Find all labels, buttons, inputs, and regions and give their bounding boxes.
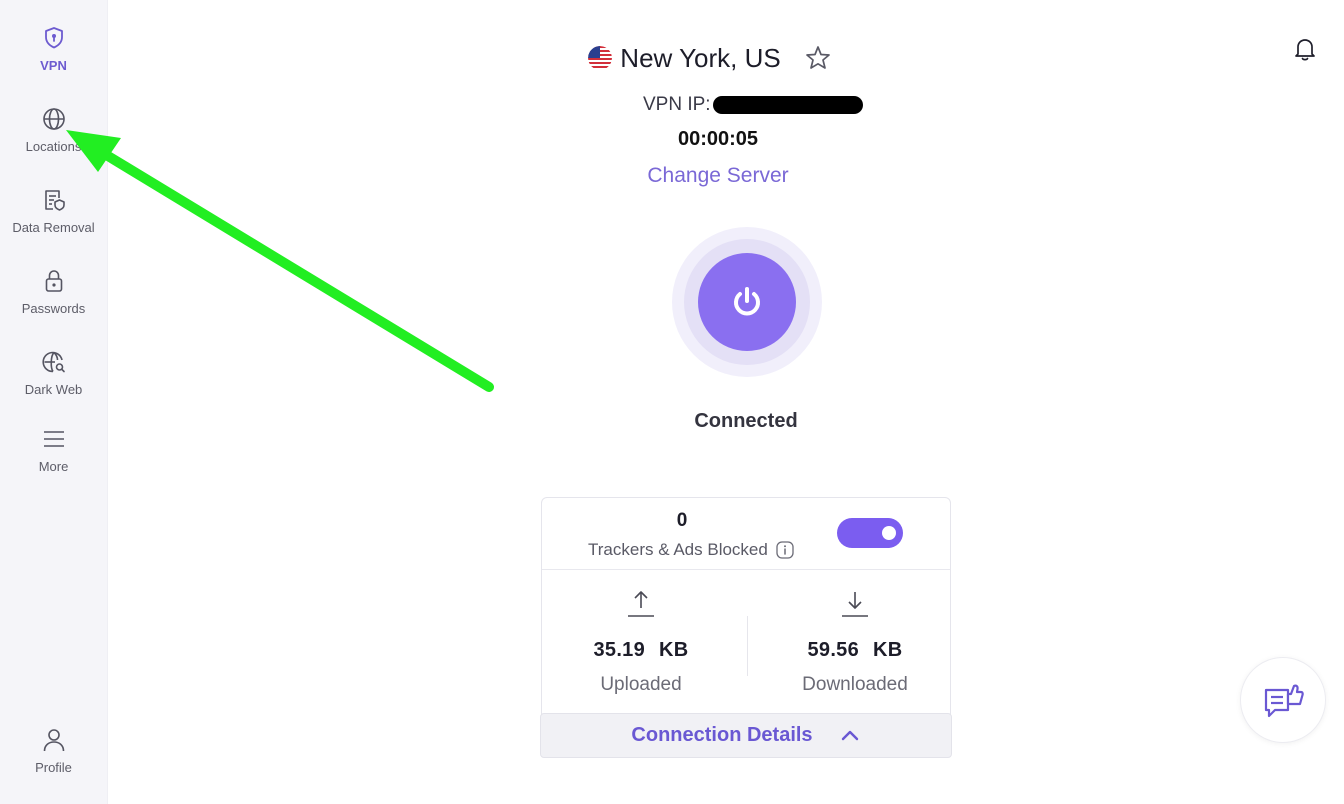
star-icon[interactable] [803, 43, 833, 73]
tracker-blocking-toggle[interactable] [837, 518, 903, 548]
trackers-label-row: Trackers & Ads Blocked [588, 540, 794, 560]
uploaded-value-row: 35.19 KB [546, 639, 736, 662]
download-arrow-icon [842, 592, 868, 617]
menu-lines-icon [43, 431, 64, 447]
download-stat: 59.56 KB Downloaded [760, 588, 950, 696]
info-icon[interactable] [776, 541, 794, 559]
padlock-icon [45, 270, 62, 292]
location-name: New York, US [620, 42, 781, 73]
downloaded-label: Downloaded [802, 674, 908, 695]
feedback-button[interactable] [1240, 657, 1326, 743]
globe-search-icon [41, 351, 65, 373]
vpn-ip-redacted [712, 96, 863, 114]
sidebar-item-more[interactable]: More [0, 425, 107, 495]
uploaded-value: 35.19 [593, 639, 646, 661]
downloaded-unit: KB [873, 639, 903, 661]
document-shield-icon [44, 190, 65, 211]
sidebar-item-label: Dark Web [24, 382, 83, 397]
change-server-link[interactable]: Change Server [647, 164, 788, 188]
person-icon [43, 729, 64, 752]
upload-stat: 35.19 KB Uploaded [546, 588, 736, 696]
power-icon [734, 287, 760, 316]
us-flag-icon [588, 46, 613, 70]
power-button[interactable] [698, 253, 796, 351]
connection-timer: 00:00:05 [677, 128, 759, 150]
vpn-ip-label: VPN IP: [643, 94, 711, 115]
connection-status: Connected [694, 410, 798, 432]
sidebar-item-profile[interactable]: Profile [0, 726, 107, 796]
downloaded-value: 59.56 [807, 639, 860, 661]
uploaded-unit: KB [659, 639, 689, 661]
card-divider [542, 569, 950, 570]
sidebar-item-data-removal[interactable]: Data Removal [0, 186, 107, 256]
vpn-ip-row: VPN IP: [643, 92, 863, 118]
sidebar-item-dark-web[interactable]: Dark Web [0, 348, 107, 418]
connection-details-button[interactable]: Connection Details [540, 713, 952, 758]
upload-arrow-icon [628, 591, 654, 617]
trackers-label: Trackers & Ads Blocked [588, 540, 768, 559]
connection-details-label: Connection Details [631, 724, 813, 746]
sidebar-item-label: Passwords [21, 301, 86, 316]
location-header: New York, US [0, 38, 1344, 78]
downloaded-value-row: 59.56 KB [760, 639, 950, 662]
chevron-up-icon [841, 730, 858, 740]
stats-divider [747, 616, 748, 676]
sidebar-item-passwords[interactable]: Passwords [0, 267, 107, 337]
uploaded-label: Uploaded [600, 674, 682, 695]
connection-timer-row: 00:00:05 [0, 128, 1344, 151]
sidebar-item-label: Profile [35, 760, 72, 775]
change-server-row: Change Server [0, 164, 1344, 188]
sidebar-item-label: Data Removal [12, 220, 95, 235]
feedback-thumbs-up-icon [1264, 684, 1304, 718]
sidebar-item-label: More [38, 459, 69, 474]
sidebar: VPN Locations Data Removal Passwords Dar… [0, 0, 108, 804]
toggle-knob [882, 526, 896, 540]
trackers-count: 0 [676, 510, 688, 531]
